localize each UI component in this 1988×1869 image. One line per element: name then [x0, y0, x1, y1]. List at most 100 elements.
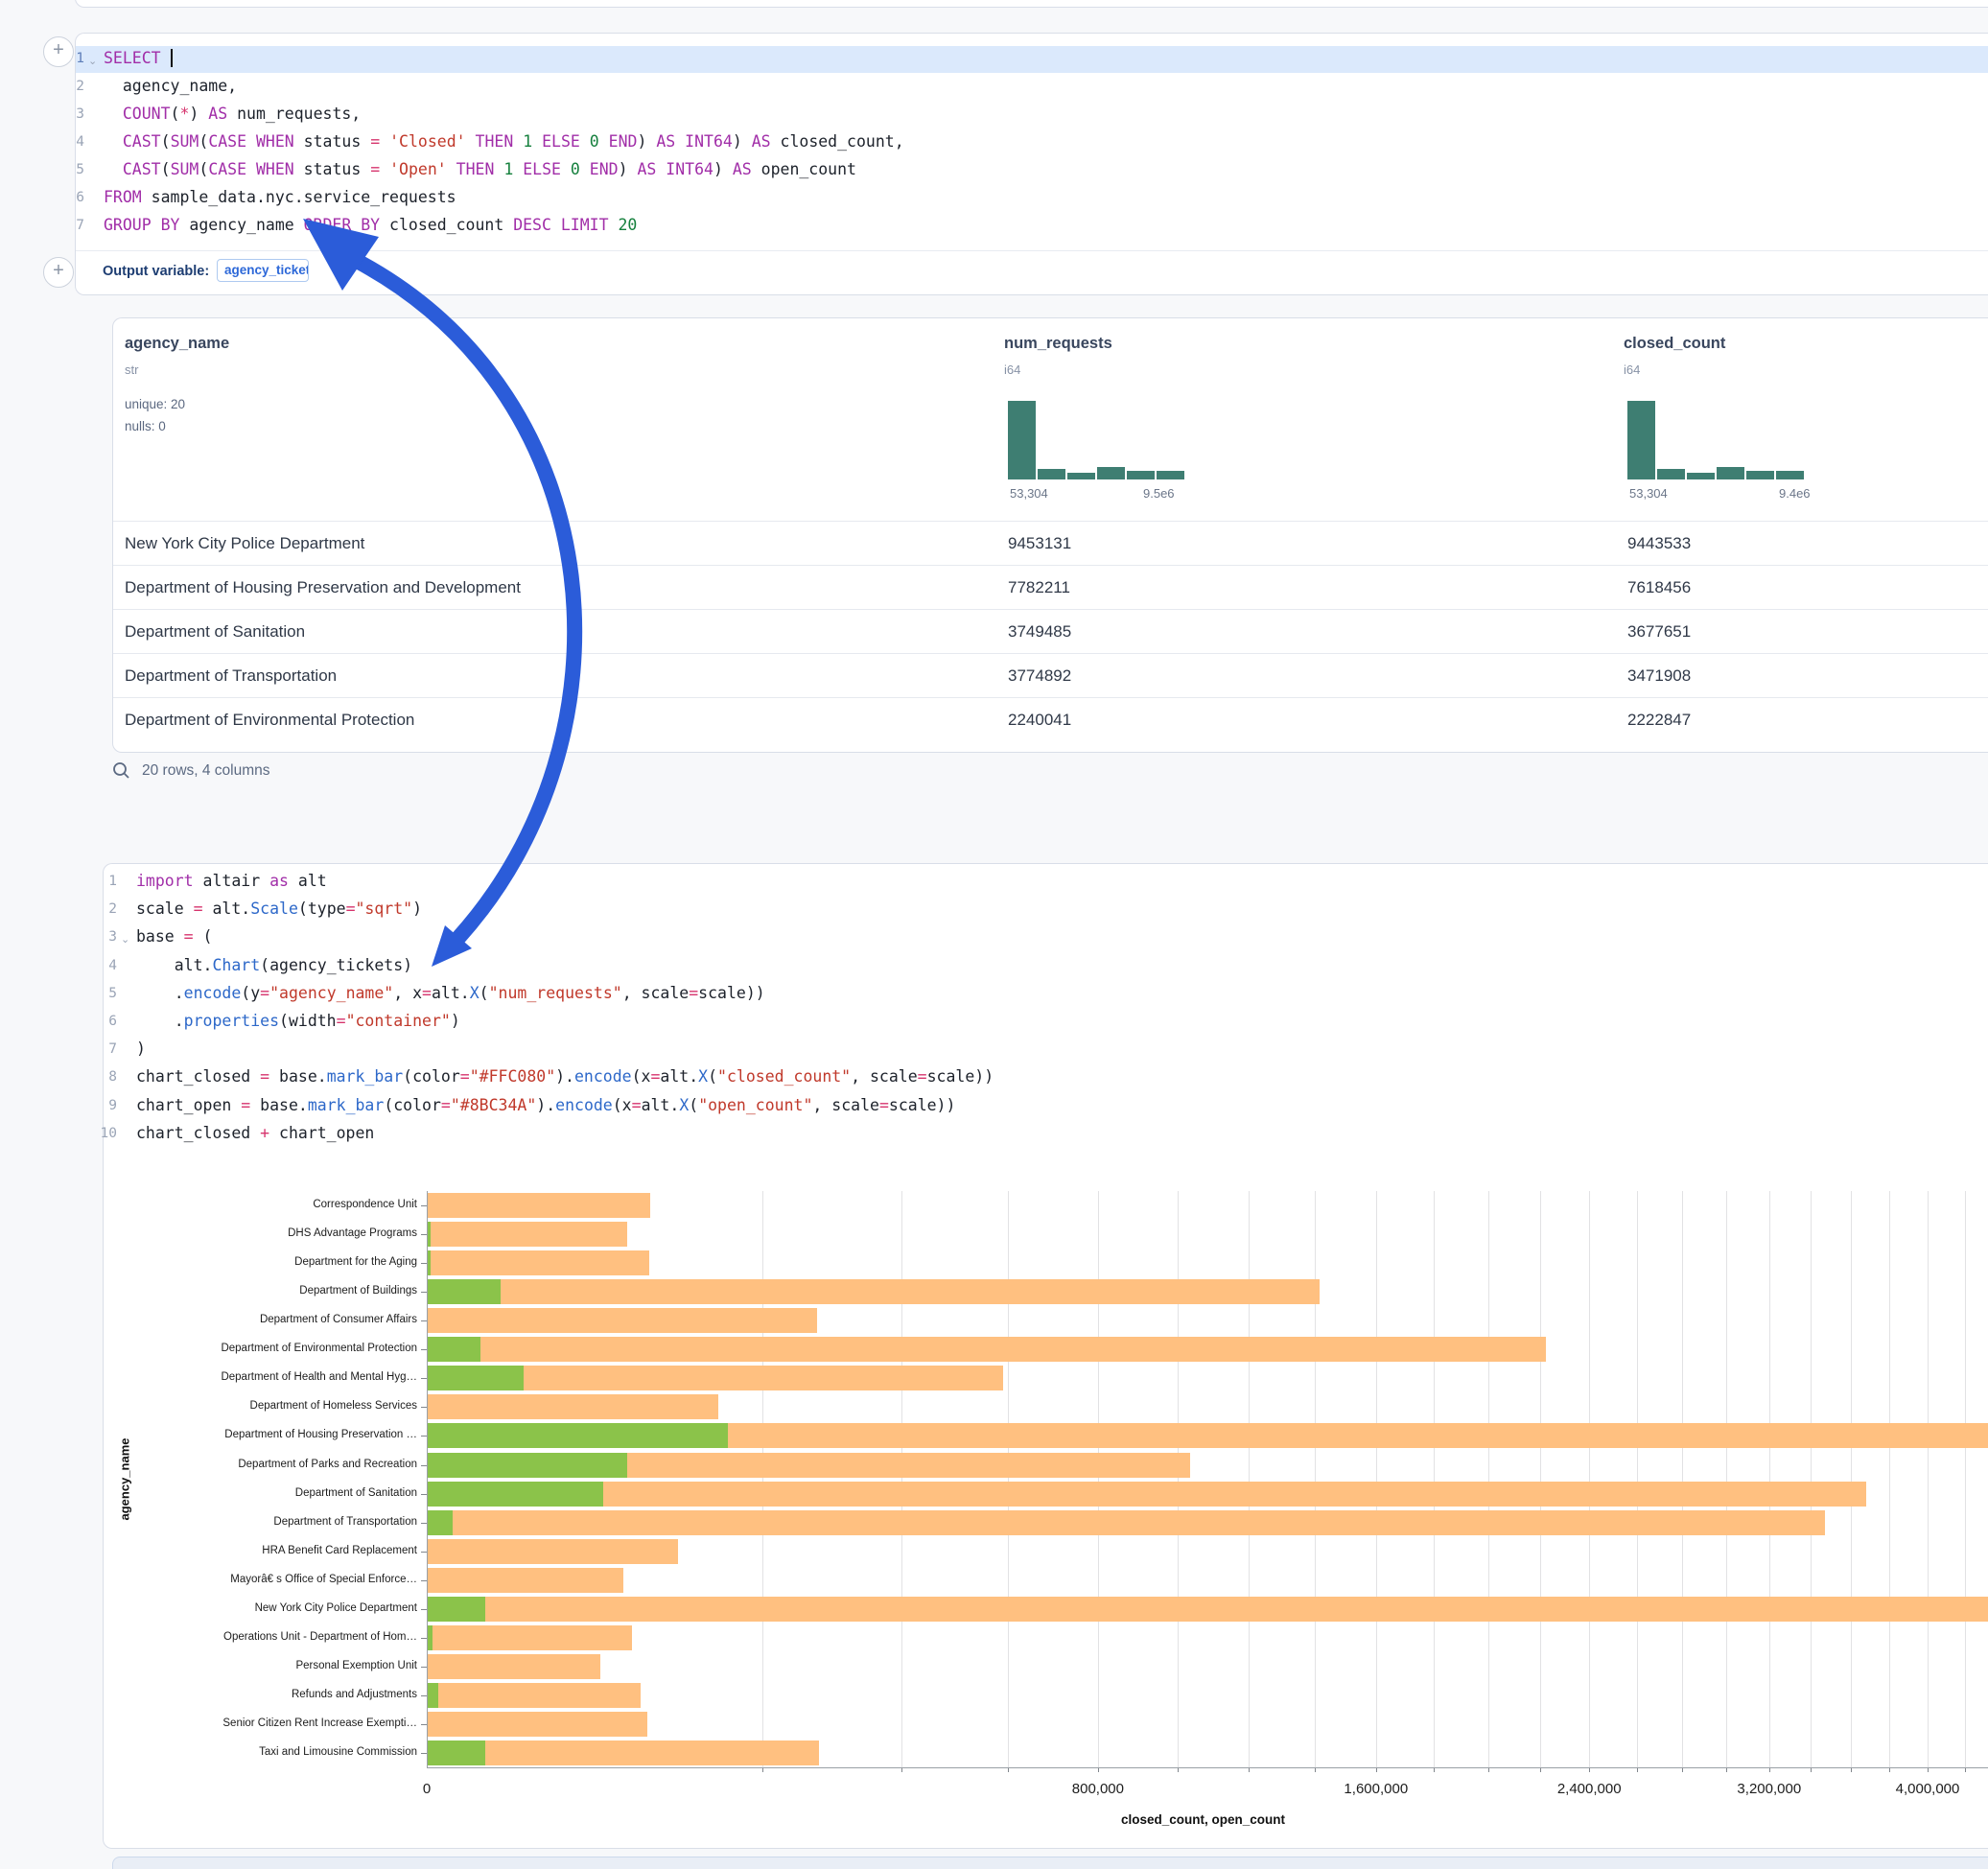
- y-axis-line: [427, 1191, 428, 1768]
- search-icon[interactable]: [112, 761, 130, 780]
- closed-count-bar: [428, 1193, 650, 1218]
- code-line[interactable]: COUNT(*) AS num_requests,: [104, 105, 361, 123]
- code-line[interactable]: chart_closed = base.mark_bar(color="#FFC…: [136, 1067, 994, 1086]
- y-axis-label: Department for the Aging: [101, 1256, 417, 1268]
- histogram-bar: [1687, 473, 1715, 479]
- open-count-bar: [428, 1482, 603, 1507]
- y-tick-mark: [421, 1234, 427, 1235]
- line-number: 2: [88, 901, 117, 917]
- histogram-bar: [1157, 471, 1184, 479]
- next-cell-edge: [112, 1857, 1988, 1869]
- chart-gridline: [1965, 1191, 1966, 1767]
- y-tick-mark: [421, 1552, 427, 1553]
- code-line[interactable]: import altair as alt: [136, 872, 327, 890]
- output-variable-chip[interactable]: agency_tickets: [217, 259, 309, 282]
- y-axis-label: Department of Consumer Affairs: [101, 1314, 417, 1325]
- line-number: 10: [88, 1126, 117, 1141]
- code-line[interactable]: CAST(SUM(CASE WHEN status = 'Open' THEN …: [104, 160, 856, 178]
- hist-min-label: 53,304: [1010, 486, 1048, 501]
- closed-count-bar: [428, 1482, 1866, 1507]
- y-axis-label: HRA Benefit Card Replacement: [101, 1545, 417, 1556]
- add-cell-button-mid[interactable]: +: [43, 257, 74, 288]
- y-tick-mark: [421, 1436, 427, 1437]
- closed-count-bar: [428, 1510, 1825, 1535]
- code-line[interactable]: .properties(width="container"): [136, 1012, 460, 1030]
- fold-chevron-icon[interactable]: ⌄: [121, 933, 129, 946]
- table-row[interactable]: New York City Police Department945313194…: [113, 521, 1988, 566]
- code-line[interactable]: GROUP BY agency_name ORDER BY closed_cou…: [104, 216, 637, 234]
- table-row[interactable]: Department of Housing Preservation and D…: [113, 565, 1988, 610]
- table-footer-summary: 20 rows, 4 columns: [142, 762, 270, 780]
- histogram-bar: [1717, 467, 1744, 479]
- active-line-highlight: [76, 46, 1988, 73]
- cell-closed-count: 2222847: [1627, 711, 1691, 730]
- x-axis-label: 1,600,000: [1344, 1781, 1408, 1797]
- code-line[interactable]: CAST(SUM(CASE WHEN status = 'Closed' THE…: [104, 132, 904, 151]
- line-number: 6: [88, 1014, 117, 1029]
- open-count-bar: [428, 1366, 524, 1390]
- chart-gridline: [1434, 1191, 1435, 1767]
- cell-closed-count: 7618456: [1627, 578, 1691, 597]
- closed-count-bar: [428, 1568, 623, 1593]
- chart-gridline: [1589, 1191, 1590, 1767]
- y-axis-label: Department of Homeless Services: [101, 1400, 417, 1412]
- y-tick-mark: [421, 1263, 427, 1264]
- code-line[interactable]: ): [136, 1040, 146, 1058]
- y-tick-mark: [421, 1320, 427, 1321]
- y-axis-label: Department of Parks and Recreation: [101, 1459, 417, 1470]
- y-tick-mark: [421, 1292, 427, 1293]
- cell-agency-name: Department of Sanitation: [125, 622, 305, 642]
- chart-gridline: [1928, 1191, 1929, 1767]
- y-tick-mark: [421, 1609, 427, 1610]
- cell-agency-name: New York City Police Department: [125, 534, 364, 553]
- line-number: 6: [56, 190, 84, 205]
- line-number: 5: [88, 986, 117, 1001]
- table-row[interactable]: Department of Sanitation37494853677651: [113, 609, 1988, 654]
- cell-num-requests: 3774892: [1008, 666, 1071, 686]
- chart-gridline: [1249, 1191, 1250, 1767]
- y-axis-label: DHS Advantage Programs: [101, 1227, 417, 1239]
- code-line[interactable]: chart_open = base.mark_bar(color="#8BC34…: [136, 1096, 955, 1114]
- closed-count-bar: [428, 1250, 649, 1275]
- y-tick-mark: [421, 1638, 427, 1639]
- closed-count-bar: [428, 1539, 678, 1564]
- code-line[interactable]: scale = alt.Scale(type="sqrt"): [136, 899, 422, 918]
- histogram-bar: [1008, 401, 1036, 479]
- chart-gridline: [762, 1191, 763, 1767]
- closed-count-bar: [428, 1337, 1546, 1362]
- y-tick-mark: [421, 1724, 427, 1725]
- y-axis-label: New York City Police Department: [101, 1602, 417, 1614]
- chart-gridline: [1769, 1191, 1770, 1767]
- fold-chevron-icon[interactable]: ⌄: [88, 55, 97, 67]
- cell-closed-count: 9443533: [1627, 534, 1691, 553]
- code-line[interactable]: chart_closed + chart_open: [136, 1124, 374, 1142]
- cell-agency-name: Department of Housing Preservation and D…: [125, 578, 521, 597]
- code-line[interactable]: FROM sample_data.nyc.service_requests: [104, 188, 456, 206]
- code-line[interactable]: SELECT: [104, 49, 173, 67]
- column-header-closed-count[interactable]: closed_count: [1624, 335, 1725, 353]
- chart-gridline: [1008, 1191, 1009, 1767]
- code-line[interactable]: base = (: [136, 927, 212, 946]
- x-axis-label: 0: [423, 1781, 431, 1797]
- y-tick-mark: [421, 1205, 427, 1206]
- column-header-num-requests[interactable]: num_requests: [1004, 335, 1112, 353]
- hist-max-label: 9.4e6: [1779, 486, 1811, 501]
- y-tick-mark: [421, 1753, 427, 1754]
- chart-gridline: [1376, 1191, 1377, 1767]
- x-axis-title: closed_count, open_count: [1121, 1812, 1285, 1827]
- open-count-bar: [428, 1423, 728, 1448]
- table-row[interactable]: Department of Transportation377489234719…: [113, 653, 1988, 698]
- histogram-bar: [1097, 467, 1125, 479]
- hist-min-label: 53,304: [1629, 486, 1668, 501]
- open-count-bar: [428, 1337, 480, 1362]
- code-line[interactable]: .encode(y="agency_name", x=alt.X("num_re…: [136, 984, 765, 1002]
- code-line[interactable]: agency_name,: [104, 77, 237, 95]
- y-axis-label: Department of Transportation: [101, 1516, 417, 1528]
- open-count-bar: [428, 1597, 485, 1622]
- table-row[interactable]: Department of Environmental Protection22…: [113, 697, 1988, 742]
- x-axis-line: [427, 1767, 1988, 1768]
- chart-gridline: [1811, 1191, 1812, 1767]
- code-line[interactable]: alt.Chart(agency_tickets): [136, 956, 412, 974]
- chart-gridline: [901, 1191, 902, 1767]
- column-header-agency-name[interactable]: agency_name: [125, 335, 229, 353]
